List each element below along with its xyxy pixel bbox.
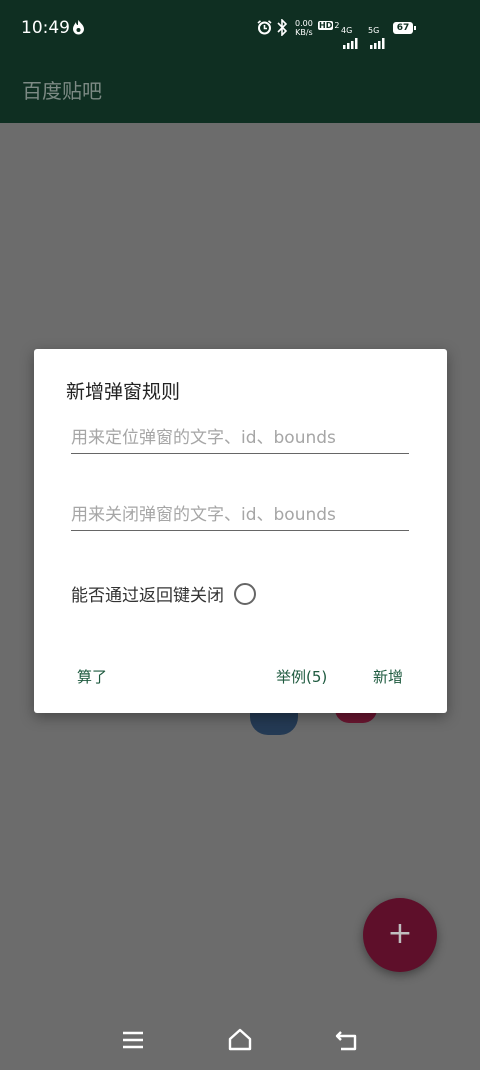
app-title: 百度贴吧 xyxy=(22,79,102,103)
add-popup-rule-dialog: 新增弹窗规则 用来定位弹窗的文字、id、bounds 用来关闭弹窗的文字、id、… xyxy=(34,349,447,713)
net-speed-unit: KB/s xyxy=(295,28,313,37)
hd-label: HD xyxy=(318,21,334,30)
back-key-row[interactable]: 能否通过返回键关闭 xyxy=(71,581,256,606)
dialog-title: 新增弹窗规则 xyxy=(66,381,181,403)
add-button[interactable]: 新增 xyxy=(373,666,403,687)
close-popup-input[interactable]: 用来关闭弹窗的文字、id、bounds xyxy=(71,504,409,531)
status-bar: 10:49 0.00 KB/s HD 2 4G 5G 67 xyxy=(0,0,480,56)
cancel-button[interactable]: 算了 xyxy=(77,666,107,687)
locate-popup-input[interactable]: 用来定位弹窗的文字、id、bounds xyxy=(71,427,409,454)
alarm-icon xyxy=(257,20,272,35)
signal-4g-label: 4G xyxy=(341,26,353,35)
menu-icon[interactable] xyxy=(122,1030,144,1050)
signal-bars-icon xyxy=(370,38,385,49)
app-bar: 百度贴吧 xyxy=(0,56,480,123)
status-time: 10:49 xyxy=(21,18,70,38)
net-speed-value: 0.00 xyxy=(295,19,313,28)
hd-sub: 2 xyxy=(334,21,340,30)
signal-5g: 5G xyxy=(368,18,388,49)
flame-icon xyxy=(73,20,84,35)
home-icon[interactable] xyxy=(227,1028,253,1052)
net-speed: 0.00 KB/s xyxy=(295,19,313,37)
back-key-label: 能否通过返回键关闭 xyxy=(71,586,224,606)
battery-indicator: 67 xyxy=(393,22,416,34)
signal-5g-label: 5G xyxy=(368,26,380,35)
example-button[interactable]: 举例(5) xyxy=(276,666,327,687)
back-icon[interactable] xyxy=(335,1030,359,1052)
back-key-radio[interactable] xyxy=(234,582,256,605)
signal-bars-icon xyxy=(343,38,358,49)
signal-4g: 4G xyxy=(341,18,361,49)
hd-badge: HD 2 xyxy=(318,21,339,30)
navigation-bar xyxy=(0,1010,480,1070)
add-fab-button[interactable]: + xyxy=(363,898,437,972)
bluetooth-icon xyxy=(277,19,288,36)
